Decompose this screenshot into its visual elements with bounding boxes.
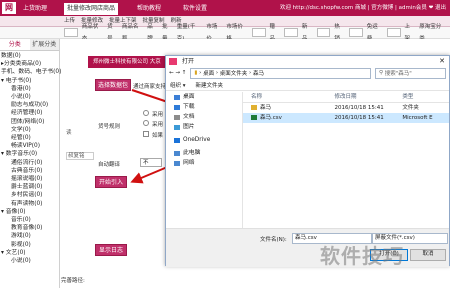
nav-item-label: 文档 <box>183 114 195 120</box>
organize-button[interactable]: 组织 ▾ <box>170 81 186 89</box>
documents-icon <box>174 114 180 120</box>
file-date: 2016/10/18 15:41 <box>334 115 384 121</box>
dialog-titlebar: 打开 ✕ <box>166 56 449 67</box>
pictures-icon <box>174 124 180 130</box>
file-list: 名称 修改日期 类型 森马 2016/10/18 15:41 文件夹森马.csv 20… <box>243 92 449 228</box>
nav-item-label: 此电脑 <box>183 150 201 156</box>
up-arrow-icon[interactable]: ↑ <box>182 70 187 76</box>
dialog-bottom-bar: 文件名(N): 森马.csv 屏蔽文件(*.csv) 打开(O) 取消 <box>166 228 449 267</box>
column-type[interactable]: 类型 <box>402 92 449 102</box>
file-row[interactable]: 森马.csv 2016/10/18 15:41 Microsoft E <box>243 113 449 123</box>
nav-item[interactable]: 下载 <box>166 102 242 112</box>
address-bar[interactable]: ▮ › 桌面 › 桌面文件夹 › 森马 <box>190 67 371 79</box>
breadcrumb-item[interactable]: 桌面 <box>203 69 214 77</box>
folder-icon: ▮ <box>194 70 198 76</box>
nav-item[interactable]: 网络 <box>166 158 242 168</box>
download-icon <box>174 104 180 110</box>
address-bar-row: ← → ↑ ▮ › 桌面 › 桌面文件夹 › 森马 ⚲ 搜索"森马" <box>166 67 449 79</box>
file-type: Microsoft E <box>402 115 433 121</box>
cancel-button[interactable]: 取消 <box>410 249 446 261</box>
new-folder-button[interactable]: 新建文件夹 <box>196 81 224 89</box>
column-date[interactable]: 修改日期 <box>334 92 402 102</box>
breadcrumb-item[interactable]: 森马 <box>253 69 264 77</box>
file-name: 森马 <box>260 105 272 111</box>
back-arrow-icon[interactable]: ← <box>169 70 174 76</box>
nav-item[interactable]: 文档 <box>166 112 242 122</box>
forward-arrow-icon[interactable]: → <box>175 70 180 76</box>
file-list-header: 名称 修改日期 类型 <box>243 92 449 103</box>
pc-icon <box>174 150 180 156</box>
nav-item-label: OneDrive <box>183 137 211 143</box>
nav-item-label: 桌面 <box>183 94 195 100</box>
nav-item-label: 网络 <box>183 160 195 166</box>
open-file-dialog: 打开 ✕ ← → ↑ ▮ › 桌面 › 桌面文件夹 › 森马 ⚲ 搜索"森马" … <box>165 55 450 267</box>
nav-item[interactable]: 图片 <box>166 122 242 132</box>
folder-icon <box>251 105 257 110</box>
desktop-icon <box>174 94 180 100</box>
search-icon: ⚲ <box>379 70 384 76</box>
command-bar: 组织 ▾ 新建文件夹 <box>166 79 449 91</box>
close-icon[interactable]: ✕ <box>439 56 445 67</box>
nav-item[interactable]: OneDrive <box>166 135 242 145</box>
file-date: 2016/10/18 15:41 <box>334 105 384 111</box>
nav-item-label: 图片 <box>183 124 195 130</box>
onedrive-icon <box>174 137 180 143</box>
app-icon <box>169 58 177 65</box>
network-icon <box>174 160 180 166</box>
nav-item-label: 下载 <box>183 104 195 110</box>
file-name: 森马.csv <box>260 115 282 121</box>
nav-item[interactable]: 此电脑 <box>166 148 242 158</box>
file-row[interactable]: 森马 2016/10/18 15:41 文件夹 <box>243 103 449 113</box>
column-name[interactable]: 名称 <box>243 92 334 102</box>
search-input[interactable]: ⚲ 搜索"森马" <box>375 67 446 79</box>
file-type: 文件夹 <box>402 105 419 111</box>
watermark: 软件技巧 <box>320 244 404 268</box>
excel-file-icon <box>251 115 257 120</box>
filename-label: 文件名(N): <box>260 237 287 243</box>
breadcrumb-item[interactable]: 桌面文件夹 <box>220 69 248 77</box>
dialog-title: 打开 <box>182 58 195 65</box>
navigation-pane: 桌面下载文档图片 OneDrive 此电脑网络 <box>166 92 243 228</box>
nav-item[interactable]: 桌面 <box>166 92 242 102</box>
search-placeholder: 搜索"森马" <box>384 71 412 77</box>
